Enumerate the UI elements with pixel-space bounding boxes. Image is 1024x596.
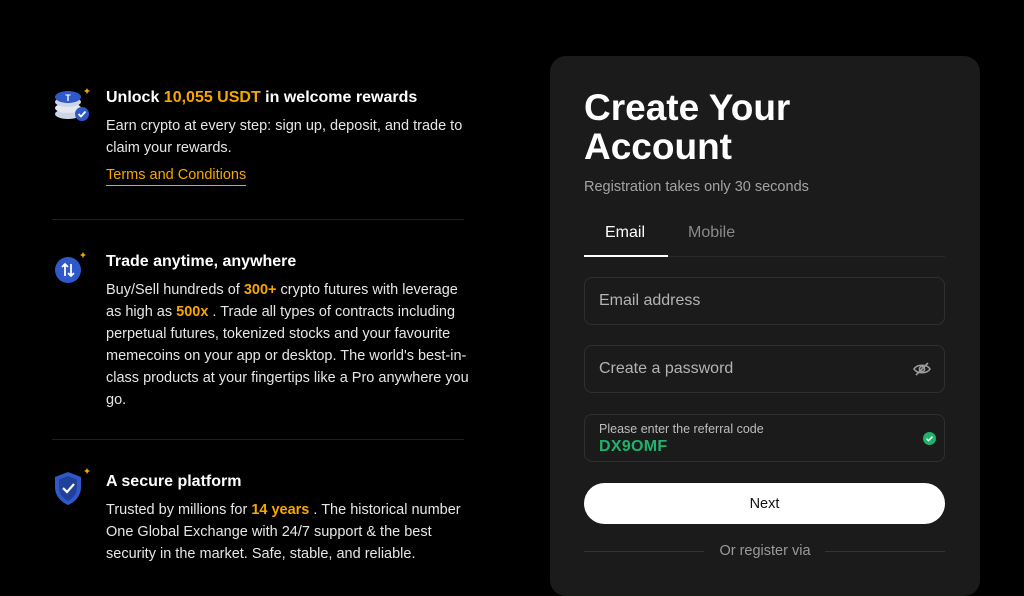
divider-right <box>825 551 945 552</box>
divider <box>52 219 464 220</box>
referral-code-field[interactable]: Please enter the referral code DX9OMF <box>584 414 945 462</box>
referral-code-label: Please enter the referral code <box>599 422 764 436</box>
page-title: Create Your Account <box>584 87 791 167</box>
feature-body: Buy/Sell hundreds of 300+ crypto futures… <box>106 282 469 408</box>
shield-check-icon <box>52 468 90 505</box>
tab-mobile[interactable]: Mobile <box>688 224 735 242</box>
signup-card: Create Your Account Registration takes o… <box>550 56 980 596</box>
feature-rewards: T Unlock 10,055 USDT in welcome rewards … <box>52 88 464 198</box>
signup-subtitle: Registration takes only 30 seconds <box>584 179 809 195</box>
feature-title: Trade anytime, anywhere <box>106 253 297 270</box>
email-input[interactable] <box>585 278 944 324</box>
next-button[interactable]: Next <box>584 483 945 524</box>
divider <box>52 439 464 440</box>
password-input[interactable] <box>585 346 944 392</box>
svg-text:T: T <box>65 93 71 103</box>
feature-trade: Trade anytime, anywhere Buy/Sell hundred… <box>52 252 469 417</box>
password-field <box>584 345 945 393</box>
feature-title: A secure platform <box>106 473 242 490</box>
futures-count: 300+ <box>243 282 277 298</box>
check-circle-icon <box>923 432 936 445</box>
feature-body: Earn crypto at every step: sign up, depo… <box>106 118 463 156</box>
eye-off-icon[interactable] <box>912 359 932 379</box>
feature-title: Unlock 10,055 USDT in welcome rewards <box>106 89 418 106</box>
trade-arrows-icon <box>52 252 86 286</box>
feature-body: Trusted by millions for 14 years . The h… <box>106 502 461 562</box>
reward-amount: 10,055 USDT <box>163 89 261 106</box>
leverage-value: 500x <box>176 304 209 320</box>
referral-code-value[interactable]: DX9OMF <box>599 438 667 456</box>
active-tab-indicator <box>584 255 668 257</box>
email-field <box>584 277 945 325</box>
signup-tabs: Email Mobile <box>584 224 945 257</box>
usdt-coins-check-icon: T <box>52 88 90 122</box>
terms-and-conditions-link[interactable]: Terms and Conditions <box>106 166 247 186</box>
tab-email[interactable]: Email <box>605 224 645 242</box>
years-value: 14 years <box>251 502 310 518</box>
feature-security: A secure platform Trusted by millions fo… <box>52 468 464 572</box>
